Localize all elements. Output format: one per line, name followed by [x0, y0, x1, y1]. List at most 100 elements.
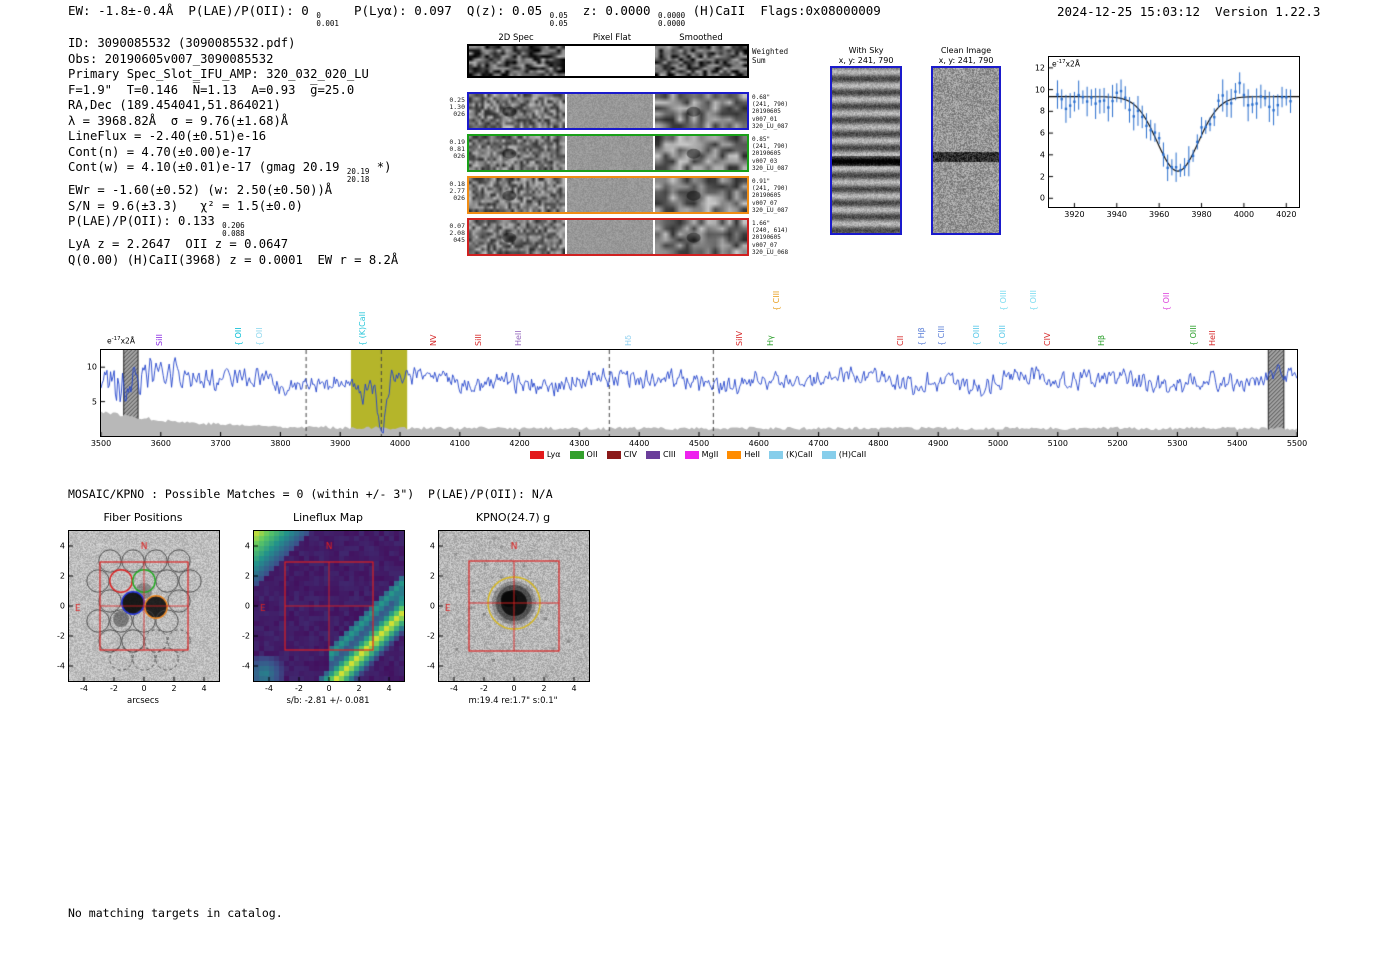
kpno-cutout-canvas	[438, 530, 590, 682]
spec2d-column-header: 2D Spec	[498, 33, 534, 43]
spec2d-cell-canvas	[655, 136, 747, 170]
emission-line-label: Hδ	[624, 335, 634, 346]
text-segment: RA,Dec (189.454041,51.864021)	[68, 98, 281, 112]
tick-label: 10	[1034, 85, 1045, 95]
legend-item: (H)CaII	[821, 450, 867, 459]
info-value: 320_LU_087	[752, 206, 789, 214]
tick-label: -4	[80, 684, 88, 693]
tick-label: 5400	[1227, 439, 1248, 448]
legend-label: (H)CaII	[838, 450, 867, 459]
tick-label: 5200	[1107, 439, 1128, 448]
emission-line-label: { OII	[234, 327, 244, 346]
fiber-positions-title: Fiber Positions	[103, 511, 183, 524]
tick-label: 4	[244, 541, 250, 551]
legend-item: (K)CaII	[769, 450, 813, 459]
text-segment: (H)CaII Flags:0x08000009	[685, 3, 881, 18]
tick-label: 3700	[210, 439, 231, 448]
info-line: LyA z = 2.2647 OII z = 0.0647	[68, 237, 398, 253]
lineflux-map-canvas	[253, 530, 405, 682]
tick-label: 3500	[90, 439, 112, 448]
tick-label: 5	[91, 397, 97, 407]
info-value: (241, 790)	[752, 143, 789, 151]
text-segment: EW: -1.8±-0.4Å P(LAE)/P(OII): 0	[68, 3, 317, 18]
tick-label: 4300	[569, 439, 590, 448]
info-line: Cont(w) = 4.10(±0.01)e-17 (gmag 20.19 20…	[68, 160, 398, 183]
info-value: v007_03	[752, 157, 778, 165]
info-line: F=1.9" T=0.146 N̅=1.13 A=0.93 g̅=25.0	[68, 83, 398, 99]
tick-label: 5100	[1047, 439, 1068, 448]
weight-value: 026	[453, 194, 465, 203]
spec2d-row	[467, 176, 749, 214]
info-line: Obs: 20190605v007_3090085532	[68, 52, 398, 68]
info-value: v007_01	[752, 115, 778, 123]
emission-line-label: { OIII	[997, 324, 1007, 346]
tick-label: 4800	[868, 439, 889, 448]
info-line: P(LAE)/P(OII): 0.133 0.206 0.088	[68, 214, 398, 237]
emission-line-label: NV	[428, 334, 438, 346]
emission-line-label: HeII	[513, 330, 523, 346]
spec2d-row	[467, 92, 749, 130]
emission-line-label: { OIII	[1029, 289, 1039, 311]
tick-label: -4	[427, 661, 435, 671]
with-sky-image	[832, 68, 900, 233]
stacked-value: 0 0.001	[316, 12, 339, 27]
tick-label: 3940	[1106, 210, 1127, 219]
tick-label: 4000	[1233, 210, 1255, 219]
tick-label: 2	[429, 571, 435, 581]
header-measurements: EW: -1.8±-0.4Å P(LAE)/P(OII): 0 0 0.001 P…	[68, 3, 881, 27]
tick-label: 0	[59, 601, 65, 611]
legend-item: HeII	[727, 450, 760, 459]
info-value: v007_07	[752, 241, 778, 249]
tick-label: 4400	[629, 439, 650, 448]
tick-label: 6	[1039, 128, 1045, 138]
info-line: RA,Dec (189.454041,51.864021)	[68, 98, 398, 114]
info-value: (240, 614)	[752, 227, 789, 235]
emission-line-label: Hβ	[1096, 334, 1106, 346]
text-segment: Cont(w) = 4.10(±0.01)e-17 (gmag 20.19	[68, 160, 347, 174]
spec2d-cell-canvas	[655, 94, 747, 128]
emission-line-label: { OII	[1162, 292, 1172, 311]
spec2d-row-weights: 0.25 1.30 026	[439, 96, 465, 119]
fiber-positions-xlabel: arcsecs	[127, 696, 159, 706]
catalog-match-summary: MOSAIC/KPNO : Possible Matches = 0 (with…	[68, 487, 553, 501]
spectrum-legend: Lyα OII CIV CIII MgII HeII (K)CaII (H)CaII	[100, 450, 1296, 459]
tick-label: 0	[1039, 193, 1045, 203]
info-value: 0.91"	[752, 178, 771, 185]
tick-label: 4	[201, 684, 207, 693]
elixer-detection-report: EW: -1.8±-0.4Å P(LAE)/P(OII): 0 0 0.001 P…	[0, 0, 1400, 953]
spec2d-row-info: 0.91" (241, 790) 20190605 v007_07 320_LU_087	[752, 178, 796, 214]
spec2d-row	[467, 218, 749, 256]
info-value: (241, 790)	[752, 101, 789, 109]
tick-label: 5000	[987, 439, 1009, 448]
emission-line-label: CII	[896, 335, 906, 346]
tick-label: -2	[427, 631, 435, 641]
legend-item: Lyα	[529, 450, 561, 459]
stacked-sub: 20.18	[346, 174, 370, 184]
stacked-value: 0.05 0.05	[550, 12, 568, 27]
clean-image-title: Clean Image x, y: 241, 790	[929, 46, 1003, 65]
tick-label: -4	[242, 661, 250, 671]
info-line: ID: 3090085532 (3090085532.pdf)	[68, 36, 398, 52]
text-segment: S/N = 9.6(±3.3) χ² = 1.5(±0.0)	[68, 198, 303, 213]
legend-item: OII	[569, 450, 598, 459]
spec2d-cell-canvas	[567, 136, 653, 170]
spec2d-row-weights: 0.18 2.77 026	[439, 180, 465, 203]
stacked-value: 0.206 0.088	[222, 222, 245, 237]
tick-label: 4900	[928, 439, 949, 448]
info-line: Cont(n) = 4.70(±0.00)e-17	[68, 145, 398, 161]
tick-label: 4000	[389, 439, 411, 448]
with-sky-title-text: With Sky	[848, 46, 884, 55]
text-segment: F=1.9" T=0.146 N̅=1.13 A=0.93 g̅=25.0	[68, 82, 355, 97]
info-value: 320_LU_068	[752, 248, 789, 256]
text-segment: z: 0.0000	[567, 3, 659, 18]
tick-label: -2	[57, 631, 65, 641]
emission-line-label: SiII	[154, 333, 164, 346]
spec2d-cell-canvas	[567, 220, 653, 254]
tick-label: 2	[541, 684, 547, 693]
info-value: v007_07	[752, 199, 778, 207]
footer-line: No matching targets in catalog.	[68, 906, 283, 920]
legend-label: MgII	[701, 450, 719, 459]
tick-label: 4	[59, 541, 65, 551]
info-line: S/N = 9.6(±3.3) χ² = 1.5(±0.0)	[68, 199, 398, 215]
emission-line-label: { CIII	[936, 325, 946, 346]
